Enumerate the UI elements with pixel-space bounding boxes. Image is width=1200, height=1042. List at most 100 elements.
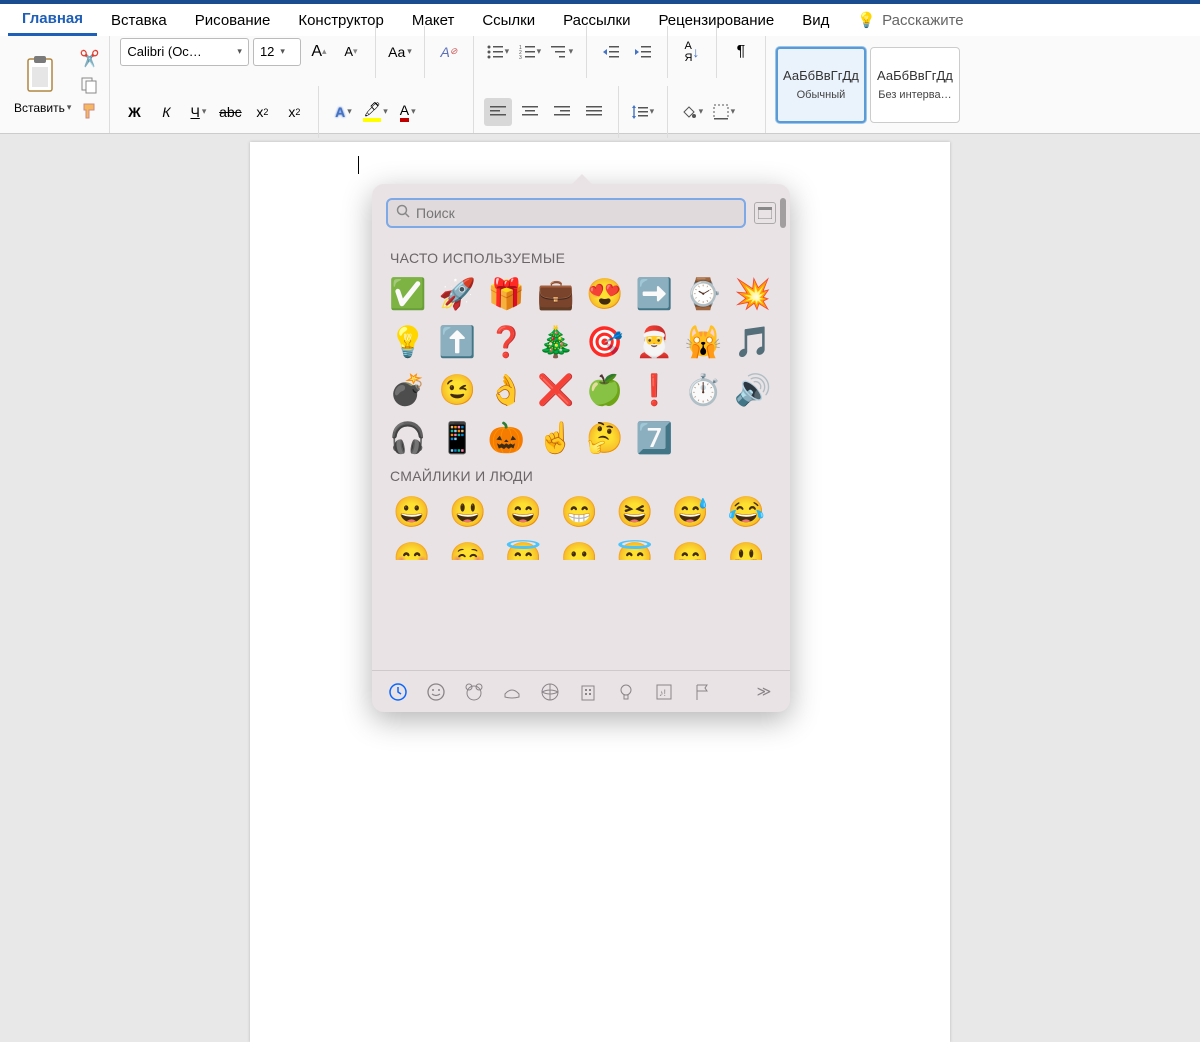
group-styles: АаБбВвГгДд Обычный АаБбВвГгДд Без интерв… bbox=[766, 36, 974, 133]
increase-indent-button[interactable] bbox=[629, 38, 657, 66]
bold-button[interactable]: Ж bbox=[120, 98, 148, 126]
multilevel-list-button[interactable]: ▾ bbox=[548, 38, 576, 66]
underline-button[interactable]: Ч▾ bbox=[184, 98, 212, 126]
emoji-item[interactable]: 😁 bbox=[561, 494, 597, 530]
emoji-item[interactable]: 😅 bbox=[673, 494, 709, 530]
grow-font-button[interactable]: A▴ bbox=[305, 38, 333, 66]
emoji-item[interactable]: 🎯 bbox=[587, 324, 623, 360]
paste-button[interactable]: Вставить▾ bbox=[10, 51, 75, 119]
emoji-item[interactable]: 😍 bbox=[587, 276, 623, 312]
emoji-search-box[interactable] bbox=[386, 198, 746, 228]
emoji-item[interactable]: 7️⃣ bbox=[636, 420, 672, 456]
text-effects-button[interactable]: A▾ bbox=[329, 98, 357, 126]
emoji-item[interactable]: 🔊 bbox=[735, 372, 771, 408]
emoji-item[interactable]: 🎅 bbox=[636, 324, 672, 360]
emoji-item[interactable]: 🚀 bbox=[439, 276, 475, 312]
copy-button[interactable] bbox=[79, 75, 99, 95]
font-color-button[interactable]: A▾ bbox=[394, 98, 422, 126]
borders-button[interactable]: ▾ bbox=[710, 98, 738, 126]
category-smileys[interactable] bbox=[424, 680, 448, 704]
align-right-button[interactable] bbox=[548, 98, 576, 126]
emoji-item[interactable]: ⏱️ bbox=[686, 372, 722, 408]
style-normal[interactable]: АаБбВвГгДд Обычный bbox=[776, 47, 866, 123]
emoji-item[interactable]: 😄 bbox=[505, 494, 541, 530]
italic-button[interactable]: К bbox=[152, 98, 180, 126]
emoji-item[interactable]: 😂 bbox=[728, 494, 764, 530]
superscript-button[interactable]: x2 bbox=[280, 98, 308, 126]
emoji-item[interactable]: 🎁 bbox=[489, 276, 525, 312]
highlight-button[interactable]: 🖊▾ bbox=[361, 98, 389, 126]
decrease-indent-button[interactable] bbox=[597, 38, 625, 66]
emoji-item[interactable]: 🎃 bbox=[489, 420, 525, 456]
emoji-item[interactable]: 🤔 bbox=[587, 420, 623, 456]
emoji-item[interactable]: 🎧 bbox=[390, 420, 426, 456]
emoji-search-input[interactable] bbox=[416, 205, 736, 221]
emoji-scroll[interactable]: ЧАСТО ИСПОЛЬЗУЕМЫЕ ✅🚀🎁💼😍➡️⌚💥💡⬆️❓🎄🎯🎅🙀🎵💣😉👌… bbox=[372, 238, 790, 670]
scrollbar[interactable] bbox=[780, 198, 786, 228]
emoji-item[interactable]: 🎄 bbox=[538, 324, 574, 360]
emoji-item[interactable]: 🎵 bbox=[735, 324, 771, 360]
align-center-button[interactable] bbox=[516, 98, 544, 126]
category-animals[interactable] bbox=[462, 680, 486, 704]
expand-picker-button[interactable] bbox=[754, 202, 776, 224]
tell-me[interactable]: 💡 Расскажите bbox=[843, 5, 977, 35]
emoji-item[interactable]: 😇 bbox=[505, 540, 541, 560]
emoji-item[interactable]: 📱 bbox=[439, 420, 475, 456]
strikethrough-button[interactable]: abc bbox=[216, 98, 244, 126]
emoji-item[interactable]: 😄 bbox=[673, 540, 709, 560]
bullets-button[interactable]: ▾ bbox=[484, 38, 512, 66]
font-size-select[interactable]: 12▾ bbox=[253, 38, 301, 66]
emoji-item[interactable]: 😆 bbox=[617, 494, 653, 530]
category-recent[interactable] bbox=[386, 680, 410, 704]
emoji-item[interactable]: 🍏 bbox=[587, 372, 623, 408]
category-activity[interactable] bbox=[538, 680, 562, 704]
emoji-item[interactable]: 😇 bbox=[617, 540, 653, 560]
emoji-item[interactable]: ⬆️ bbox=[439, 324, 475, 360]
align-left-button[interactable] bbox=[484, 98, 512, 126]
shrink-font-button[interactable]: A▾ bbox=[337, 38, 365, 66]
emoji-item[interactable]: 🙀 bbox=[686, 324, 722, 360]
category-symbols[interactable]: ♪! bbox=[652, 680, 676, 704]
category-more[interactable]: ≫ bbox=[752, 680, 776, 704]
emoji-item[interactable]: 😀 bbox=[394, 494, 430, 530]
line-spacing-button[interactable]: ▾ bbox=[629, 98, 657, 126]
emoji-item[interactable]: ☝️ bbox=[538, 420, 574, 456]
emoji-item[interactable]: 💼 bbox=[538, 276, 574, 312]
justify-button[interactable] bbox=[580, 98, 608, 126]
category-objects[interactable] bbox=[614, 680, 638, 704]
format-painter-button[interactable] bbox=[79, 101, 99, 121]
subscript-button[interactable]: x2 bbox=[248, 98, 276, 126]
emoji-item[interactable]: 😉 bbox=[439, 372, 475, 408]
emoji-item[interactable]: ⌚ bbox=[686, 276, 722, 312]
numbering-icon: 123 bbox=[519, 45, 535, 59]
emoji-item[interactable]: 🙂 bbox=[561, 540, 597, 560]
emoji-item[interactable]: 😊 bbox=[394, 540, 430, 560]
shading-button[interactable]: ▾ bbox=[678, 98, 706, 126]
emoji-item[interactable]: ➡️ bbox=[636, 276, 672, 312]
clear-formatting-button[interactable]: A⊘ bbox=[435, 38, 463, 66]
emoji-item[interactable]: 💣 bbox=[390, 372, 426, 408]
emoji-item[interactable]: ❌ bbox=[538, 372, 574, 408]
emoji-item[interactable]: 😃 bbox=[450, 494, 486, 530]
font-family-select[interactable]: Calibri (Ос…▾ bbox=[120, 38, 249, 66]
emoji-item[interactable]: 💡 bbox=[390, 324, 426, 360]
category-travel[interactable] bbox=[576, 680, 600, 704]
emoji-item[interactable]: 👌 bbox=[489, 372, 525, 408]
show-marks-button[interactable]: ¶ bbox=[727, 38, 755, 66]
tab-home[interactable]: Главная bbox=[8, 4, 97, 36]
category-food[interactable] bbox=[500, 680, 524, 704]
sort-button[interactable]: AЯ↓ bbox=[678, 38, 706, 66]
emoji-category-bar: ♪! ≫ bbox=[372, 670, 790, 712]
emoji-item[interactable]: ✅ bbox=[390, 276, 426, 312]
emoji-item[interactable]: ❗ bbox=[636, 372, 672, 408]
emoji-item[interactable]: 💥 bbox=[735, 276, 771, 312]
tab-view[interactable]: Вид bbox=[788, 6, 843, 35]
emoji-item[interactable]: ☺️ bbox=[450, 540, 486, 560]
category-flags[interactable] bbox=[690, 680, 714, 704]
numbering-button[interactable]: 123▾ bbox=[516, 38, 544, 66]
style-no-spacing[interactable]: АаБбВвГгДд Без интерва… bbox=[870, 47, 960, 123]
emoji-item[interactable]: 😃 bbox=[728, 540, 764, 560]
change-case-button[interactable]: Aa▾ bbox=[386, 38, 414, 66]
emoji-item[interactable]: ❓ bbox=[489, 324, 525, 360]
cut-button[interactable]: ✂️ bbox=[79, 49, 99, 69]
